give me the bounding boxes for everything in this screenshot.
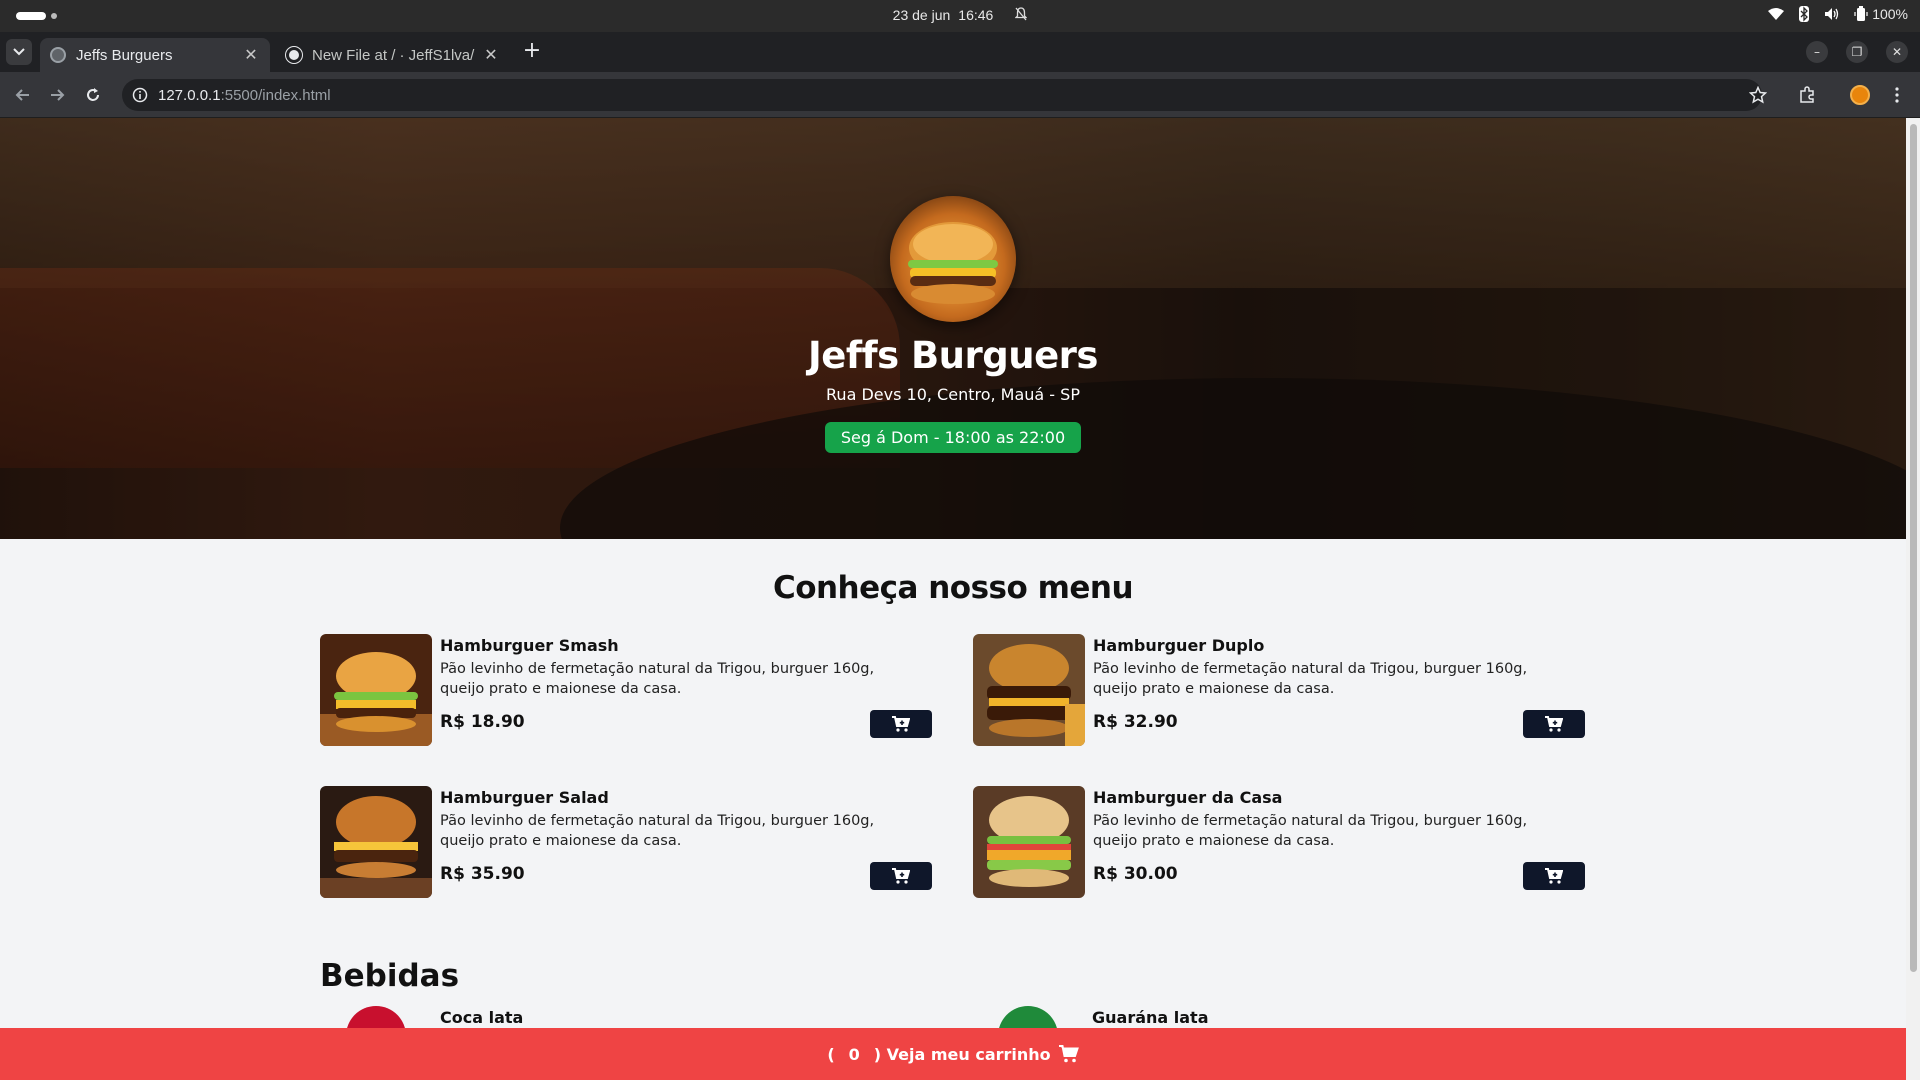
battery-percent: 100% xyxy=(1872,6,1908,22)
close-window-button[interactable]: ✕ xyxy=(1886,41,1908,63)
clock-date: 23 de jun xyxy=(892,7,951,23)
add-to-cart-button[interactable] xyxy=(870,862,932,890)
url-host: 127.0.0.1 xyxy=(158,86,221,104)
menu-item: Hamburguer Smash Pão levinho de fermetaç… xyxy=(320,634,932,746)
system-tray[interactable]: 100% xyxy=(1768,6,1908,22)
cart-plus-icon xyxy=(892,868,910,884)
tab-github-new-file[interactable]: New File at / · JeffS1lva/ ✕ xyxy=(276,38,510,72)
item-description: Pão levinho de fermetação natural da Tri… xyxy=(1093,813,1528,849)
item-price: R$ 30.00 xyxy=(1093,864,1178,884)
item-price: R$ 32.90 xyxy=(1093,712,1178,732)
tab-title: Jeffs Burguers xyxy=(76,46,173,64)
system-top-bar: 23 de jun 16:46 100% xyxy=(0,0,1920,32)
item-name: Hamburguer da Casa xyxy=(1093,788,1283,807)
restaurant-name: Jeffs Burguers xyxy=(808,334,1098,377)
menu-item: Hamburguer Salad Pão levinho de fermetaç… xyxy=(320,786,932,898)
back-button[interactable] xyxy=(12,84,34,106)
minimize-button[interactable]: – xyxy=(1806,41,1828,63)
cart-count: 0 xyxy=(848,1044,860,1064)
item-name: Hamburguer Duplo xyxy=(1093,636,1265,655)
bookmark-star-icon[interactable] xyxy=(1747,84,1769,106)
profile-avatar[interactable] xyxy=(1849,84,1871,106)
extensions-icon[interactable] xyxy=(1796,84,1818,106)
restaurant-address: Rua Devs 10, Centro, Mauá - SP xyxy=(826,385,1080,404)
hero-content: Jeffs Burguers Rua Devs 10, Centro, Mauá… xyxy=(0,118,1906,539)
tab-title: New File at / · JeffS1lva/ xyxy=(312,46,475,64)
clock-time: 16:46 xyxy=(958,7,994,23)
cart-open-paren: ( xyxy=(827,1044,835,1064)
battery-icon xyxy=(1854,6,1868,22)
cart-icon xyxy=(1058,1045,1079,1063)
opening-hours-badge: Seg á Dom - 18:00 as 22:00 xyxy=(824,422,1082,453)
bluetooth-icon xyxy=(1798,6,1810,22)
cart-label: ) Veja meu carrinho xyxy=(873,1044,1051,1064)
cart-plus-icon xyxy=(892,716,910,732)
page-viewport: Jeffs Burguers Rua Devs 10, Centro, Mauá… xyxy=(0,118,1906,1080)
browser-tab-strip: Jeffs Burguers ✕ New File at / · JeffS1l… xyxy=(0,32,1920,72)
tab-search-button[interactable] xyxy=(6,39,32,65)
globe-icon xyxy=(50,47,66,63)
cart-plus-icon xyxy=(1545,868,1563,884)
logo-burger-image xyxy=(890,196,1016,322)
menu-item: Hamburguer Duplo Pão levinho de fermetaç… xyxy=(973,634,1585,746)
reload-icon xyxy=(87,88,99,101)
forward-button[interactable] xyxy=(46,84,68,106)
burger-image xyxy=(320,634,432,746)
add-to-cart-button[interactable] xyxy=(1523,862,1585,890)
menu-grid: Hamburguer Smash Pão levinho de fermetaç… xyxy=(320,634,1585,898)
url-path: :5500/index.html xyxy=(220,86,331,104)
item-description: Pão levinho de fermetação natural da Tri… xyxy=(440,661,875,697)
cart-plus-icon xyxy=(1545,716,1563,732)
burger-image xyxy=(320,786,432,898)
burger-image xyxy=(973,634,1085,746)
add-to-cart-button[interactable] xyxy=(870,710,932,738)
arrow-right-icon xyxy=(51,89,65,101)
item-price: R$ 18.90 xyxy=(440,712,525,732)
browser-menu-button[interactable] xyxy=(1886,84,1908,106)
close-tab-icon[interactable]: ✕ xyxy=(242,45,260,65)
wifi-icon xyxy=(1768,7,1785,21)
item-description: Pão levinho de fermetação natural da Tri… xyxy=(440,813,875,849)
drinks-heading: Bebidas xyxy=(320,958,460,994)
scrollbar-thumb[interactable] xyxy=(1910,124,1917,972)
item-price: R$ 35.90 xyxy=(440,864,525,884)
arrow-left-icon xyxy=(15,89,29,101)
kebab-menu-icon xyxy=(1895,87,1899,103)
burger-image xyxy=(973,786,1085,898)
menu-heading: Conheça nosso menu xyxy=(772,570,1134,606)
tab-jeffs-burguers[interactable]: Jeffs Burguers ✕ xyxy=(40,38,270,72)
restore-button[interactable]: ❐ xyxy=(1846,41,1868,63)
item-description: Pão levinho de fermetação natural da Tri… xyxy=(1093,661,1528,697)
clock[interactable]: 23 de jun 16:46 xyxy=(0,7,1920,23)
reload-button[interactable] xyxy=(82,84,104,106)
item-name: Hamburguer Smash xyxy=(440,636,619,655)
menu-item: Hamburguer da Casa Pão levinho de fermet… xyxy=(973,786,1585,898)
chevron-down-icon xyxy=(13,48,25,56)
site-info-icon[interactable] xyxy=(132,87,148,103)
item-name: Hamburguer Salad xyxy=(440,788,609,807)
page-scrollbar[interactable] xyxy=(1906,118,1920,1080)
browser-toolbar: 127.0.0.1:5500/index.html xyxy=(0,72,1920,118)
address-bar[interactable]: 127.0.0.1:5500/index.html xyxy=(122,79,1762,111)
volume-icon xyxy=(1824,7,1840,21)
github-icon xyxy=(285,46,303,64)
close-tab-icon[interactable]: ✕ xyxy=(482,45,500,65)
new-tab-button[interactable]: + xyxy=(520,40,544,64)
notification-bell-icon xyxy=(1014,7,1028,21)
hero-banner: Jeffs Burguers Rua Devs 10, Centro, Mauá… xyxy=(0,118,1906,539)
view-cart-button[interactable]: ( 0 ) Veja meu carrinho xyxy=(0,1028,1906,1080)
add-to-cart-button[interactable] xyxy=(1523,710,1585,738)
